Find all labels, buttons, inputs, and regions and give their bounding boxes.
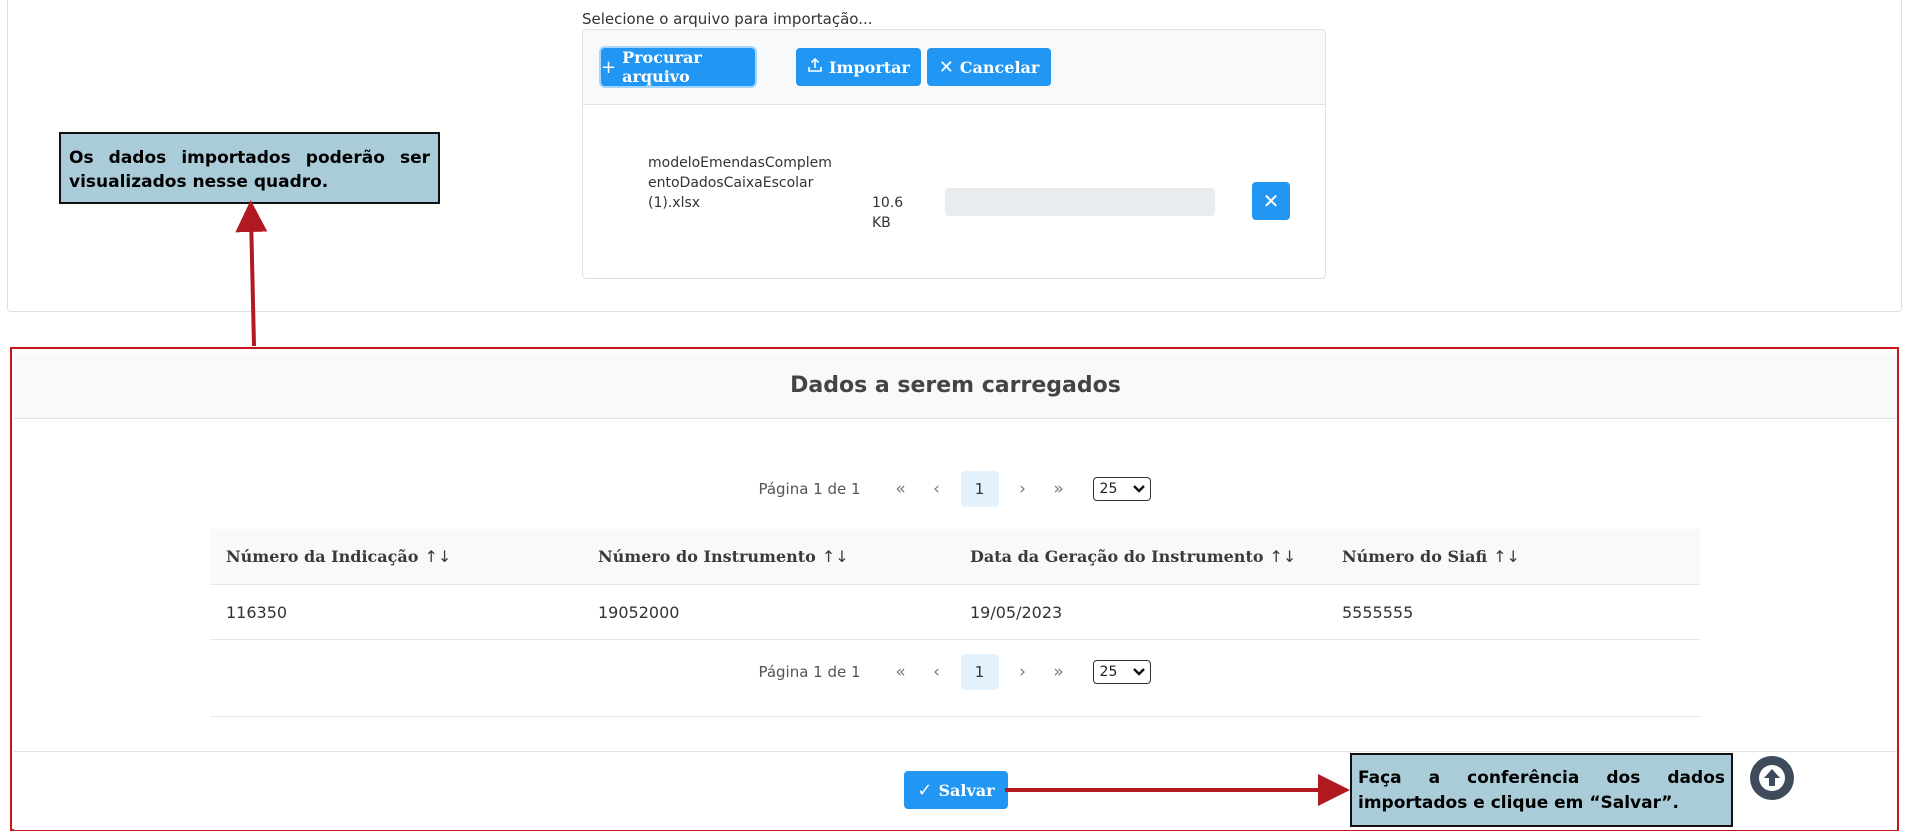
browse-file-label: Procurar arquivo [622, 48, 702, 86]
callout-save-instruction: Faça a conferência dos dados importados … [1350, 753, 1733, 827]
chevron-down-icon [1132, 485, 1145, 493]
first-page-icon[interactable]: « [883, 479, 919, 499]
rows-per-page-select[interactable]: 25 [1092, 477, 1151, 501]
table-cell: 19/05/2023 [970, 602, 1063, 622]
sort-icon: ↑↓ [1493, 547, 1520, 566]
browse-file-button[interactable]: + Procurar arquivo [601, 48, 755, 86]
paginator-top: Página 1 de 1 « ‹ 1 › » 25 [12, 471, 1897, 507]
save-button[interactable]: ✓ Salvar [904, 771, 1008, 809]
data-panel-title: Dados a serem carregados [14, 353, 1897, 419]
save-label: Salvar [938, 780, 995, 800]
times-icon: ✕ [938, 56, 954, 78]
column-label: Data da Geração do Instrumento [970, 547, 1264, 566]
callout-view-data: Os dados importados poderão ser visualiz… [59, 132, 440, 204]
table-header-row: Número da Indicação ↑↓ Número do Instrume… [210, 529, 1700, 585]
column-header[interactable]: Número do Instrumento ↑↓ [582, 529, 954, 584]
column-label: Número do Instrumento [598, 547, 816, 566]
prev-page-icon[interactable]: ‹ [919, 479, 955, 499]
prev-page-icon[interactable]: ‹ [919, 662, 955, 682]
file-progress-bar [945, 188, 1215, 216]
file-upload-toolbar: + Procurar arquivo Importar ✕ Cancelar [583, 30, 1325, 105]
paginator-info: Página 1 de 1 [758, 480, 861, 498]
column-header[interactable]: Data da Geração do Instrumento ↑↓ [954, 529, 1326, 584]
remove-file-button[interactable]: ✕ [1252, 182, 1290, 220]
upload-label: Selecione o arquivo para importação... [582, 10, 873, 28]
paginator-info: Página 1 de 1 [758, 663, 861, 681]
page-button-1[interactable]: 1 [960, 654, 999, 690]
rows-per-page-value: 25 [1099, 481, 1118, 497]
paginator-bottom: Página 1 de 1 « ‹ 1 › » 25 [12, 654, 1897, 690]
last-page-icon[interactable]: » [1041, 662, 1077, 682]
table-cell: 5555555 [1342, 602, 1414, 622]
column-header[interactable]: Número da Indicação ↑↓ [210, 529, 582, 584]
last-page-icon[interactable]: » [1041, 479, 1077, 499]
check-icon: ✓ [917, 779, 933, 801]
table-row[interactable]: 116350 19052000 19/05/2023 5555555 [210, 585, 1700, 640]
next-page-icon[interactable]: › [1005, 479, 1041, 499]
rows-per-page-select[interactable]: 25 [1092, 660, 1151, 684]
table-cell: 116350 [226, 602, 288, 622]
file-size: 10.6 KB [872, 195, 904, 231]
first-page-icon[interactable]: « [883, 662, 919, 682]
arrow-up-circle-icon [1759, 765, 1785, 791]
table-cell: 19052000 [598, 602, 680, 622]
file-name: modeloEmendasComplementoDadosCaixaEscola… [648, 155, 832, 211]
plus-icon: + [601, 56, 617, 78]
cancel-label: Cancelar [959, 57, 1040, 77]
table-divider [210, 716, 1700, 717]
sort-icon: ↑↓ [424, 547, 452, 566]
import-button[interactable]: Importar [796, 48, 921, 86]
cancel-button[interactable]: ✕ Cancelar [927, 48, 1051, 86]
chevron-down-icon [1132, 668, 1145, 676]
scroll-top-button[interactable] [1750, 756, 1794, 800]
sort-icon: ↑↓ [1269, 547, 1297, 566]
data-table: Número da Indicação ↑↓ Número do Instrume… [210, 529, 1700, 640]
column-label: Número da Indicação [226, 547, 419, 566]
next-page-icon[interactable]: › [1005, 662, 1041, 682]
page-button-1[interactable]: 1 [960, 471, 999, 507]
column-label: Número do Siafi [1342, 547, 1488, 566]
upload-icon [807, 57, 823, 78]
rows-per-page-value: 25 [1099, 664, 1118, 680]
sort-icon: ↑↓ [821, 547, 849, 566]
file-upload: + Procurar arquivo Importar ✕ Cancelar m… [582, 29, 1326, 279]
times-icon: ✕ [1262, 189, 1280, 213]
import-label: Importar [829, 57, 910, 77]
column-header[interactable]: Número do Siafi ↑↓ [1326, 529, 1698, 584]
